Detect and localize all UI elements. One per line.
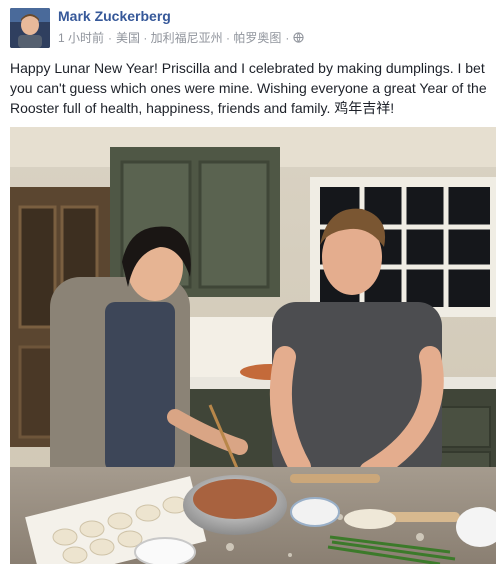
post-photo[interactable] [10, 127, 496, 564]
meta-separator: · [108, 30, 113, 45]
avatar[interactable] [10, 8, 50, 48]
post-text: Happy Lunar New Year! Priscilla and I ce… [10, 58, 490, 118]
post-message: Happy Lunar New Year! Priscilla and I ce… [10, 60, 487, 116]
location[interactable]: 美国 · 加利福尼亚州 · 帕罗奥图 [116, 29, 281, 46]
facebook-post: Mark Zuckerberg 1 小时前 · 美国 · 加利福尼亚州 · 帕罗… [0, 0, 496, 564]
avatar-image [10, 8, 50, 48]
post-header: Mark Zuckerberg 1 小时前 · 美国 · 加利福尼亚州 · 帕罗… [0, 0, 496, 50]
author-name-link[interactable]: Mark Zuckerberg [58, 8, 171, 24]
kitchen-photo [10, 127, 496, 564]
globe-icon[interactable] [293, 32, 304, 43]
timestamp[interactable]: 1 小时前 [58, 29, 104, 46]
post-meta: 1 小时前 · 美国 · 加利福尼亚州 · 帕罗奥图 · [58, 29, 304, 46]
post-message-suffix: 鸡年吉祥! [334, 100, 395, 116]
meta-separator: · [285, 30, 290, 45]
